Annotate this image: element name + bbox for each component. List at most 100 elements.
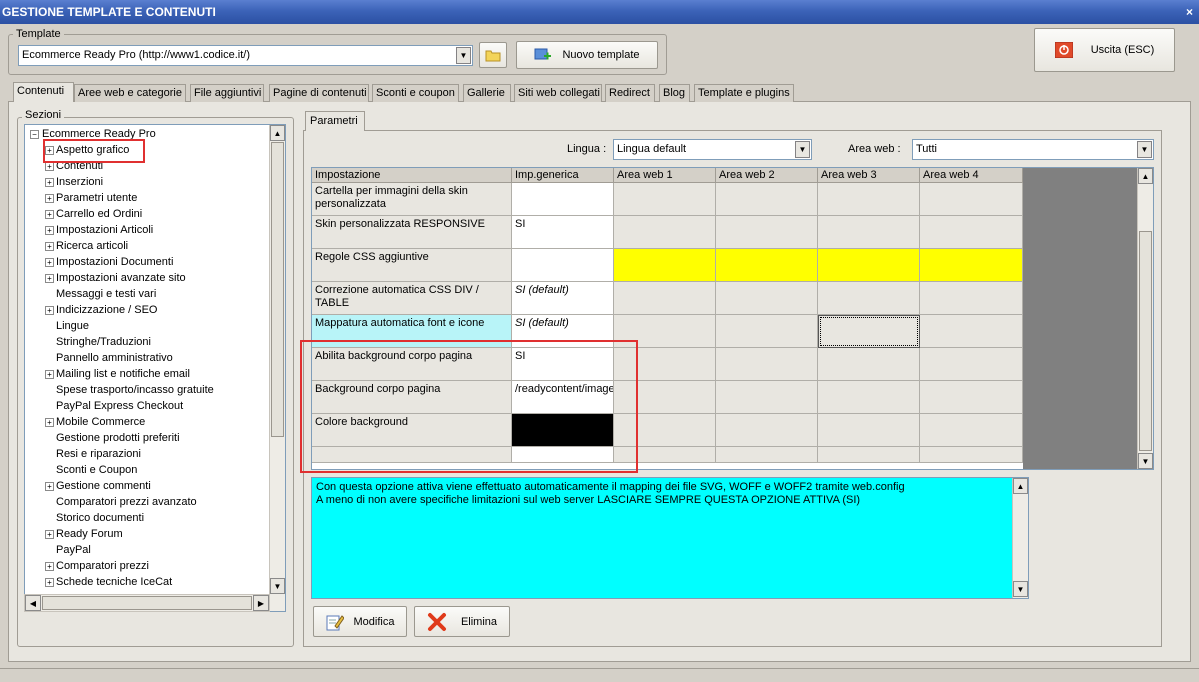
tree-vertical-scrollbar[interactable]: ▲ ▼ [269, 125, 285, 611]
area-web-cell[interactable] [716, 414, 818, 447]
tree-item[interactable]: Inserzioni [56, 174, 103, 190]
template-select[interactable]: Ecommerce Ready Pro (http://www1.codice.… [18, 45, 473, 66]
tab-contenuti[interactable]: Contenuti [13, 82, 74, 102]
tab-aree-web[interactable]: Aree web e categorie [74, 84, 186, 102]
tree-item[interactable]: Gestione prodotti preferiti [56, 430, 180, 446]
column-header[interactable]: Area web 1 [614, 168, 716, 183]
area-web-cell[interactable] [920, 282, 1023, 315]
close-icon[interactable]: × [1186, 0, 1193, 24]
setting-name-cell[interactable]: Skin personalizzata RESPONSIVE [312, 216, 512, 249]
expand-icon[interactable]: + [45, 194, 54, 203]
expand-icon[interactable]: + [45, 482, 54, 491]
tree-horizontal-scrollbar[interactable]: ◀ ▶ [24, 594, 270, 612]
tab-siti-collegati[interactable]: Siti web collegati [514, 84, 602, 102]
tree-item[interactable]: Mobile Commerce [56, 414, 145, 430]
info-textarea[interactable]: Con questa opzione attiva viene effettua… [311, 477, 1029, 599]
info-scrollbar[interactable]: ▲ ▼ [1012, 478, 1028, 598]
area-web-cell[interactable] [614, 282, 716, 315]
tree-item[interactable]: Ricerca articoli [56, 238, 128, 254]
area-web-cell[interactable] [818, 249, 920, 282]
tree-item[interactable]: Ready Forum [56, 526, 123, 542]
area-web-cell[interactable] [818, 183, 920, 216]
tab-pagine-contenuti[interactable]: Pagine di contenuti [269, 84, 369, 102]
expand-icon[interactable]: + [45, 162, 54, 171]
tree-item[interactable]: Spese trasporto/incasso gratuite [56, 382, 214, 398]
grid-vertical-scrollbar[interactable]: ▲ ▼ [1137, 168, 1153, 469]
setting-name-cell[interactable]: Correzione automatica CSS DIV / TABLE [312, 282, 512, 315]
tree-item[interactable]: Mailing list e notifiche email [56, 366, 190, 382]
expand-icon[interactable]: + [45, 530, 54, 539]
expand-icon[interactable]: + [45, 370, 54, 379]
area-web-cell[interactable] [716, 315, 818, 348]
expand-icon[interactable]: + [45, 418, 54, 427]
exit-button[interactable]: Uscita (ESC) [1034, 28, 1175, 72]
area-web-cell[interactable] [920, 381, 1023, 414]
tree-item[interactable]: Pannello amministrativo [56, 350, 173, 366]
tab-blog[interactable]: Blog [659, 84, 690, 102]
tab-sconti-coupon[interactable]: Sconti e coupon [372, 84, 459, 102]
tree-item[interactable]: Sconti e Coupon [56, 462, 137, 478]
scroll-down-icon[interactable]: ▼ [1138, 453, 1153, 469]
area-web-cell[interactable] [818, 414, 920, 447]
area-web-cell[interactable] [614, 216, 716, 249]
tree-item[interactable]: Storico documenti [56, 510, 144, 526]
sections-tree[interactable]: − Ecommerce Ready Pro + Aspetto grafico + C… [24, 124, 286, 612]
scroll-up-icon[interactable]: ▲ [1013, 478, 1028, 494]
new-template-button[interactable]: Nuovo template [516, 41, 658, 69]
area-web-cell[interactable] [716, 249, 818, 282]
setting-value-cell[interactable]: SI [512, 216, 614, 249]
tree-item[interactable]: Comparatori prezzi [56, 558, 149, 574]
grid-scroll-thumb[interactable] [1139, 231, 1152, 451]
tree-item[interactable]: Comparatori prezzi avanzato [56, 494, 197, 510]
area-web-cell[interactable] [920, 348, 1023, 381]
column-header[interactable]: Imp.generica [512, 168, 614, 183]
chevron-down-icon[interactable]: ▼ [795, 141, 810, 158]
column-header[interactable]: Area web 3 [818, 168, 920, 183]
setting-value-cell[interactable]: SI (default) [512, 282, 614, 315]
area-web-cell[interactable] [716, 348, 818, 381]
expand-icon[interactable]: + [45, 578, 54, 587]
tab-gallerie[interactable]: Gallerie [463, 84, 511, 102]
column-header[interactable]: Area web 4 [920, 168, 1023, 183]
empty-grid-cell[interactable] [920, 447, 1023, 463]
setting-value-cell[interactable] [512, 183, 614, 216]
column-header[interactable]: Impostazione [312, 168, 512, 183]
area-web-cell[interactable] [716, 282, 818, 315]
area-web-cell[interactable] [920, 249, 1023, 282]
area-web-cell[interactable] [818, 315, 920, 348]
expand-icon[interactable]: + [45, 274, 54, 283]
area-web-cell[interactable] [818, 282, 920, 315]
tree-item[interactable]: Messaggi e testi vari [56, 286, 156, 302]
setting-name-cell[interactable]: Cartella per immagini della skin persona… [312, 183, 512, 216]
expand-icon[interactable]: + [45, 562, 54, 571]
tree-item[interactable]: Carrello ed Ordini [56, 206, 142, 222]
area-web-cell[interactable] [920, 183, 1023, 216]
expand-icon[interactable]: + [45, 242, 54, 251]
chevron-down-icon[interactable]: ▼ [1137, 141, 1152, 158]
expand-icon[interactable]: + [45, 226, 54, 235]
expand-icon[interactable]: + [45, 210, 54, 219]
expand-icon[interactable]: + [45, 258, 54, 267]
scroll-up-icon[interactable]: ▲ [270, 125, 285, 141]
modifica-button[interactable]: Modifica [313, 606, 407, 637]
chevron-down-icon[interactable]: ▼ [456, 47, 471, 64]
scroll-down-icon[interactable]: ▼ [1013, 581, 1028, 597]
tree-item[interactable]: Gestione commenti [56, 478, 151, 494]
area-web-cell[interactable] [614, 249, 716, 282]
tree-item[interactable]: Impostazioni Articoli [56, 222, 153, 238]
tree-item[interactable]: Indicizzazione / SEO [56, 302, 158, 318]
tree-item[interactable]: Stringhe/Traduzioni [56, 334, 151, 350]
lingua-select[interactable]: Lingua default ▼ [613, 139, 812, 160]
empty-grid-cell[interactable] [818, 447, 920, 463]
area-web-cell[interactable] [818, 348, 920, 381]
expand-icon[interactable]: + [45, 306, 54, 315]
elimina-button[interactable]: Elimina [414, 606, 510, 637]
tab-parametri[interactable]: Parametri [305, 111, 365, 131]
setting-name-cell[interactable]: Regole CSS aggiuntive [312, 249, 512, 282]
area-web-cell[interactable] [920, 414, 1023, 447]
area-web-cell[interactable] [818, 216, 920, 249]
tree-item[interactable]: Parametri utente [56, 190, 137, 206]
tab-template-plugins[interactable]: Template e plugins [694, 84, 794, 102]
area-web-cell[interactable] [920, 216, 1023, 249]
tree-item[interactable]: Impostazioni Documenti [56, 254, 173, 270]
